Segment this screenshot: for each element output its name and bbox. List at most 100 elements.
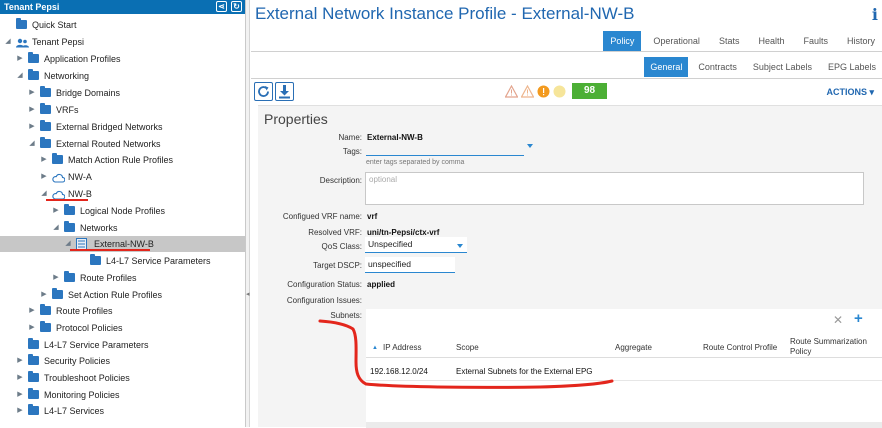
- tree-item-label: Protocol Policies: [56, 323, 123, 333]
- tree-item-monitoring-policies[interactable]: ▶ Monitoring Policies: [0, 387, 245, 403]
- target-dscp-field[interactable]: unspecified: [365, 257, 455, 273]
- tree-item-networking[interactable]: ◢ Networking: [0, 68, 245, 84]
- tab-policy[interactable]: Policy: [603, 31, 642, 51]
- tab-subject-labels[interactable]: Subject Labels: [747, 57, 818, 77]
- collapsed-caret-icon[interactable]: ▶: [40, 287, 48, 303]
- collapsed-caret-icon[interactable]: ▶: [16, 370, 24, 386]
- tab-general[interactable]: General: [644, 57, 689, 77]
- collapse-arrow-icon[interactable]: ◂: [246, 290, 250, 298]
- collapsed-caret-icon[interactable]: ▶: [28, 303, 36, 319]
- collapsed-caret-icon[interactable]: ▶: [16, 51, 24, 67]
- tree-item-match-action-rule-profiles[interactable]: ▶ Match Action Rule Profiles: [0, 152, 245, 168]
- tree-item-troubleshoot-policies[interactable]: ▶ Troubleshoot Policies: [0, 370, 245, 386]
- tree-item-external-routed-networks[interactable]: ◢ External Routed Networks: [0, 136, 245, 152]
- refresh-button[interactable]: [254, 82, 273, 101]
- tree-item-tenant-pepsi[interactable]: ◢ Tenant Pepsi: [0, 34, 245, 50]
- column-ip-address[interactable]: IP Address: [383, 343, 422, 353]
- tenant-icon: [16, 37, 29, 48]
- info-icon[interactable]: i: [872, 5, 878, 24]
- collapsed-caret-icon[interactable]: ▶: [52, 203, 60, 219]
- collapsed-caret-icon[interactable]: ▶: [40, 169, 48, 185]
- tree-item-external-bridged-networks[interactable]: ▶ External Bridged Networks: [0, 119, 245, 135]
- tree-item-nw-a[interactable]: ▶ NW-A: [0, 169, 245, 185]
- share-icon[interactable]: ⋖: [216, 1, 227, 12]
- column-route-summarization-policy[interactable]: Route Summarization Policy: [790, 337, 878, 357]
- tree-item-route-profiles[interactable]: ▶ Route Profiles: [0, 270, 245, 286]
- download-icon: [279, 85, 290, 99]
- tab-stats[interactable]: Stats: [712, 31, 747, 51]
- description-field[interactable]: optional: [365, 172, 864, 205]
- navigation-tree-panel: Tenant Pepsi ⋖ ↻ Quick Start ◢ Tenant Pe…: [0, 0, 246, 427]
- tree-item-nw-b[interactable]: ◢ NW-B: [0, 186, 245, 202]
- expand-caret-icon[interactable]: ◢: [16, 68, 24, 84]
- panel-splitter[interactable]: ◂: [246, 0, 250, 427]
- expand-caret-icon[interactable]: ◢: [52, 220, 60, 236]
- column-route-control-profile[interactable]: Route Control Profile: [703, 343, 777, 353]
- tree-item-security-policies[interactable]: ▶ Security Policies: [0, 353, 245, 369]
- tags-input[interactable]: [366, 142, 524, 156]
- tab-history[interactable]: History: [840, 31, 882, 51]
- tab-faults[interactable]: Faults: [796, 31, 835, 51]
- collapsed-caret-icon[interactable]: ▶: [16, 387, 24, 403]
- name-label: Name:: [338, 133, 362, 142]
- folder-icon: [52, 288, 63, 299]
- refresh-tree-icon[interactable]: ↻: [231, 1, 242, 12]
- tree-item-l4-l7-service-parameters[interactable]: L4-L7 Service Parameters: [0, 253, 245, 269]
- tree-item-label: Quick Start: [32, 20, 77, 30]
- collapsed-caret-icon[interactable]: ▶: [28, 85, 36, 101]
- qos-class-select[interactable]: Unspecified: [365, 237, 467, 253]
- collapsed-caret-icon[interactable]: ▶: [28, 102, 36, 118]
- tab-operational[interactable]: Operational: [646, 31, 707, 51]
- collapsed-caret-icon[interactable]: ▶: [52, 270, 60, 286]
- tab-epg-labels[interactable]: EPG Labels: [822, 57, 882, 77]
- major-fault-icon[interactable]: [521, 84, 534, 98]
- table-row[interactable]: 192.168.12.0/24 External Subnets for the…: [366, 361, 882, 381]
- expand-caret-icon[interactable]: ◢: [28, 136, 36, 152]
- tree-item-l4-l7-services[interactable]: ▶ L4-L7 Services: [0, 403, 245, 419]
- column-scope[interactable]: Scope: [456, 343, 479, 353]
- tags-hint: enter tags separated by comma: [366, 159, 465, 166]
- divider: [251, 78, 882, 79]
- collapsed-caret-icon[interactable]: ▶: [16, 353, 24, 369]
- folder-icon: [40, 103, 51, 114]
- tree-item-vrfs[interactable]: ▶ VRFs: [0, 102, 245, 118]
- tree-item-quick-start[interactable]: Quick Start: [0, 17, 245, 33]
- tree-item-set-action-rule-profiles[interactable]: ▶ Set Action Rule Profiles: [0, 287, 245, 303]
- add-subnet-button[interactable]: +: [854, 310, 863, 327]
- health-score-badge[interactable]: 98: [572, 83, 607, 99]
- tab-health[interactable]: Health: [751, 31, 791, 51]
- actions-menu-button[interactable]: ACTIONS ▾: [826, 87, 874, 98]
- tab-contracts[interactable]: Contracts: [692, 57, 743, 77]
- description-label: Description:: [319, 176, 362, 185]
- subnets-label: Subnets:: [330, 311, 362, 320]
- tree-item-bridge-domains[interactable]: ▶ Bridge Domains: [0, 85, 245, 101]
- tree-item-route-profiles-2[interactable]: ▶ Route Profiles: [0, 303, 245, 319]
- folder-icon: [40, 86, 51, 97]
- tree-header-title: Tenant Pepsi: [4, 2, 60, 12]
- minor-fault-icon[interactable]: [537, 85, 550, 98]
- collapsed-caret-icon[interactable]: ▶: [16, 403, 24, 419]
- column-aggregate[interactable]: Aggregate: [615, 343, 652, 353]
- tree-header: Tenant Pepsi ⋖ ↻: [0, 0, 245, 14]
- delete-icon[interactable]: ✕: [833, 313, 843, 327]
- tree-item-application-profiles[interactable]: ▶ Application Profiles: [0, 51, 245, 67]
- download-button[interactable]: [275, 82, 294, 101]
- configured-vrf-value: vrf: [367, 212, 378, 221]
- collapsed-caret-icon[interactable]: ▶: [28, 119, 36, 135]
- tree-item-label: L4-L7 Services: [44, 406, 105, 416]
- tree-item-label: Application Profiles: [44, 54, 121, 64]
- collapsed-caret-icon[interactable]: ▶: [40, 152, 48, 168]
- tree-item-l4-l7-service-parameters-2[interactable]: L4-L7 Service Parameters: [0, 337, 245, 353]
- collapsed-caret-icon[interactable]: ▶: [28, 320, 36, 336]
- chevron-down-icon[interactable]: [457, 244, 463, 248]
- warning-fault-icon[interactable]: [553, 85, 566, 98]
- tree-item-networks[interactable]: ◢ Networks: [0, 220, 245, 236]
- sort-ascending-icon[interactable]: ▲: [372, 343, 378, 353]
- expand-caret-icon[interactable]: ◢: [4, 34, 12, 50]
- chevron-down-icon[interactable]: [527, 144, 533, 148]
- critical-fault-icon[interactable]: [505, 84, 518, 98]
- tags-label: Tags:: [342, 147, 362, 156]
- subnets-table: ✕ + ▲ IP Address Scope Aggregate Route C…: [366, 309, 882, 428]
- tree-item-protocol-policies[interactable]: ▶ Protocol Policies: [0, 320, 245, 336]
- tree-item-logical-node-profiles[interactable]: ▶ Logical Node Profiles: [0, 203, 245, 219]
